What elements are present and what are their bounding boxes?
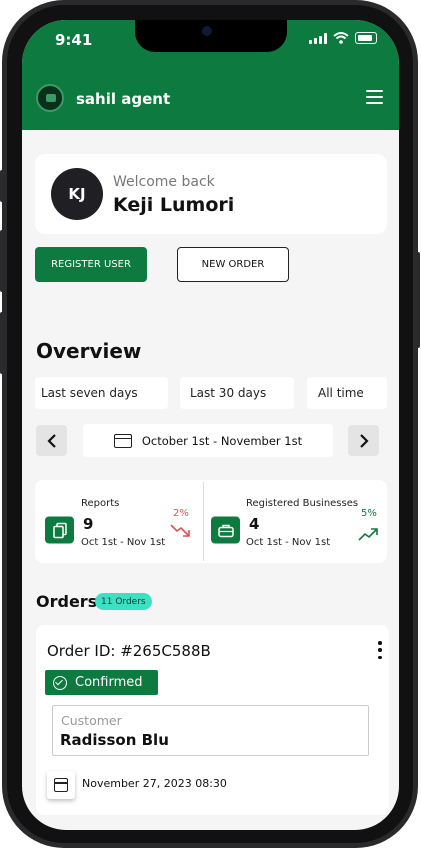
order-card[interactable]: Order ID: #265C588B Confirmed Customer R…: [36, 625, 389, 815]
wifi-icon: [333, 32, 349, 44]
signal-icon: [309, 32, 327, 44]
calendar-icon: [113, 433, 132, 448]
next-range-button[interactable]: [348, 425, 379, 456]
battery-icon: [355, 32, 377, 44]
stat-label-reports: Reports: [81, 498, 120, 509]
volume-down-button: [0, 312, 4, 374]
calendar-icon: [54, 778, 68, 792]
camera-icon: [202, 26, 212, 36]
stat-date-businesses: Oct 1st - Nov 1st: [246, 537, 331, 548]
stat-value-reports: 9: [83, 515, 94, 533]
stat-date-reports: Oct 1st - Nov 1st: [81, 537, 166, 548]
briefcase-icon: [211, 516, 240, 544]
trend-down-icon: [170, 524, 190, 537]
orders-count-badge: 11 Orders: [95, 593, 152, 610]
date-range-text: October 1st - November 1st: [141, 433, 303, 448]
stats-divider: [203, 482, 204, 561]
filter-last-seven-days[interactable]: Last seven days: [35, 377, 168, 409]
status-text: Confirmed: [75, 675, 143, 690]
power-button: [416, 252, 420, 348]
register-user-button[interactable]: REGISTER USER: [35, 247, 147, 282]
avatar[interactable]: KJ: [51, 168, 103, 220]
chevron-left-icon: [46, 433, 56, 448]
stats-card: Reports 9 Oct 1st - Nov 1st 2% Registere…: [35, 480, 387, 563]
welcome-text: Welcome back: [113, 174, 215, 190]
stat-label-businesses: Registered Businesses: [246, 498, 359, 509]
order-id: Order ID: #265C588B: [47, 642, 211, 660]
stat-change-businesses: 5%: [361, 508, 377, 519]
date-range-selector[interactable]: October 1st - November 1st: [83, 424, 333, 457]
status-time: 9:41: [55, 31, 93, 49]
order-date-icon-button: [47, 771, 75, 799]
chevron-right-icon: [359, 433, 369, 448]
menu-icon[interactable]: [366, 90, 383, 104]
filter-all-time[interactable]: All time: [307, 377, 387, 409]
welcome-card: KJ Welcome back Keji Lumori: [35, 154, 387, 234]
more-options-icon[interactable]: [375, 641, 385, 659]
new-order-button[interactable]: NEW ORDER: [177, 247, 289, 282]
filter-last-30-days[interactable]: Last 30 days: [180, 377, 294, 409]
stat-change-reports: 2%: [173, 508, 189, 519]
status-icons: [309, 32, 377, 44]
customer-label: Customer: [61, 713, 122, 728]
user-name: Keji Lumori: [113, 194, 235, 216]
customer-field: Customer Radisson Blu: [52, 705, 369, 756]
mute-switch: [0, 170, 4, 202]
trend-up-icon: [358, 528, 378, 541]
volume-up-button: [0, 230, 4, 292]
dynamic-island: [135, 20, 287, 52]
order-date: November 27, 2023 08:30: [82, 777, 227, 790]
reports-icon: [45, 516, 74, 544]
status-badge: Confirmed: [45, 670, 158, 695]
previous-range-button[interactable]: [36, 425, 67, 456]
brand-logo-icon: [36, 84, 64, 112]
orders-title: Orders: [36, 592, 98, 611]
overview-title: Overview: [36, 339, 142, 363]
customer-name: Radisson Blu: [60, 731, 169, 749]
app-header: 9:41 sahil agent: [22, 20, 399, 130]
app-screen: 9:41 sahil agent KJ Welcome back Keji Lu…: [22, 20, 399, 830]
check-circle-icon: [53, 675, 67, 690]
brand-name: sahil agent: [76, 90, 171, 108]
stat-value-businesses: 4: [249, 515, 260, 533]
